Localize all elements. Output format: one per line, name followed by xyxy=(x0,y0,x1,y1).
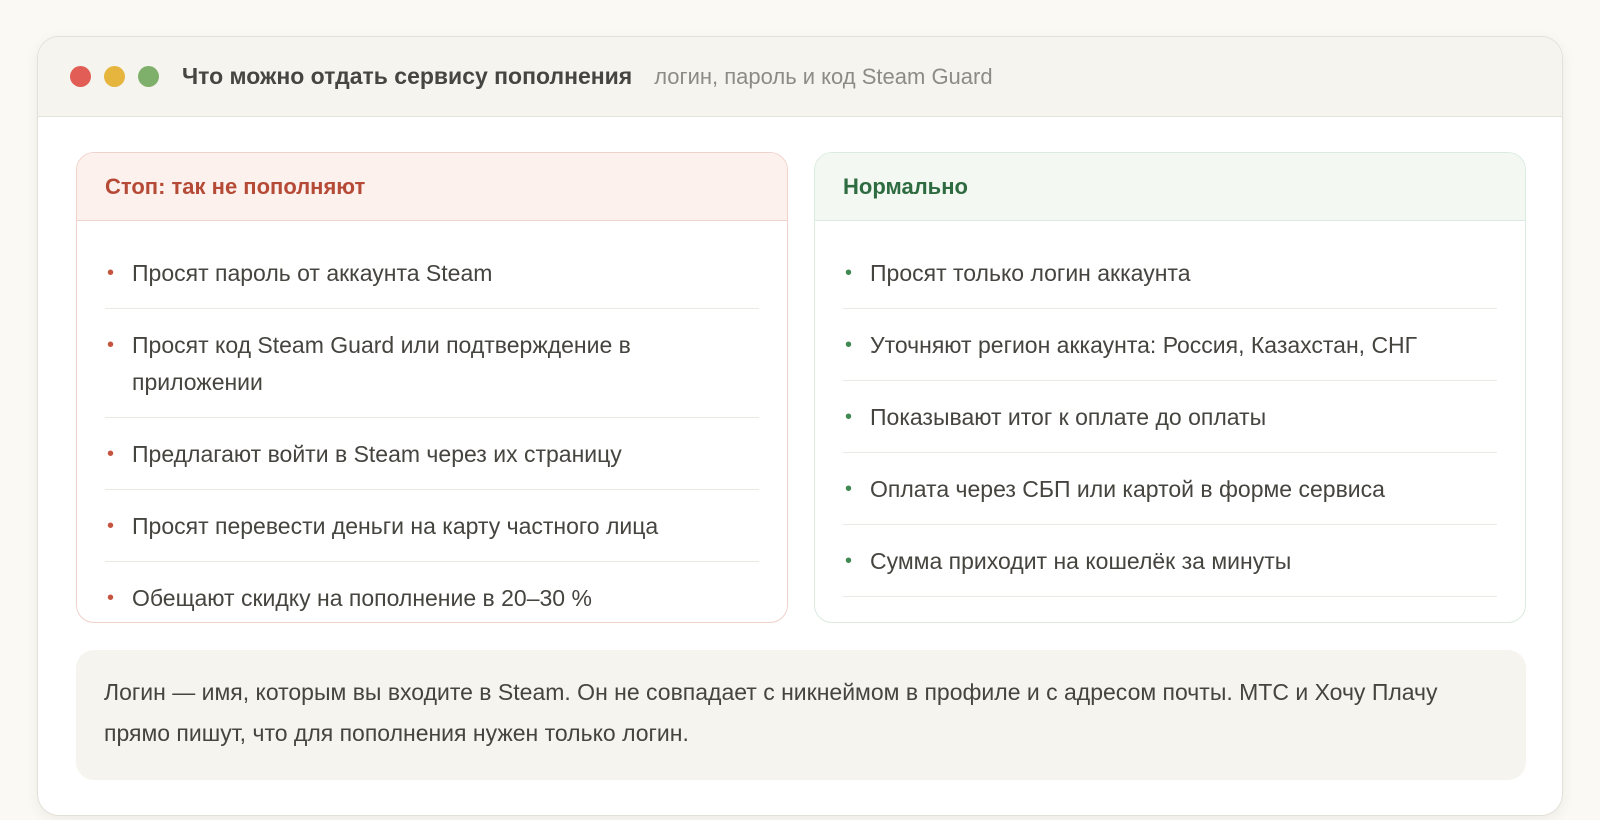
list-item: • Показывают итог к оплате до оплаты xyxy=(843,381,1497,453)
bullet-icon: • xyxy=(845,262,853,284)
list-item: • Просят пароль от аккаунта Steam xyxy=(105,237,759,309)
list-item: • Предлагают войти в Steam через их стран… xyxy=(105,418,759,490)
good-practices-list: • Просят только логин аккаунта • Уточняют … xyxy=(815,221,1525,597)
good-practices-card: Нормально • Просят только логин аккаунта … xyxy=(814,152,1526,623)
list-item-text: Предлагают войти в Steam через их страни… xyxy=(132,441,622,467)
list-item: • Оплата через СБП или картой в форме сер… xyxy=(843,453,1497,525)
list-item-text: Просят перевести деньги на карту частног… xyxy=(132,513,659,539)
list-item: • Обещают скидку на пополнение в 20–30 % xyxy=(105,562,759,622)
bullet-icon: • xyxy=(107,443,115,465)
list-item: • Уточняют регион аккаунта: Россия, Казах… xyxy=(843,309,1497,381)
list-item: • Просят только логин аккаунта xyxy=(843,237,1497,309)
minimize-window-button[interactable] xyxy=(104,66,125,87)
list-item: • Просят перевести деньги на карту частно… xyxy=(105,490,759,562)
close-window-button[interactable] xyxy=(70,66,91,87)
window-title: Что можно отдать сервису пополнения xyxy=(182,63,633,89)
bad-practices-list: • Просят пароль от аккаунта Steam • Просят… xyxy=(77,221,787,622)
bullet-icon: • xyxy=(845,334,853,356)
bullet-icon: • xyxy=(107,334,115,356)
maximize-window-button[interactable] xyxy=(138,66,159,87)
login-info-note: Логин — имя, которым вы входите в Steam.… xyxy=(76,650,1526,780)
bullet-icon: • xyxy=(845,478,853,500)
list-item-text: Показывают итог к оплате до оплаты xyxy=(870,404,1267,430)
bullet-icon: • xyxy=(845,406,853,428)
bad-card-heading: Стоп: так не пополняют xyxy=(77,153,787,221)
list-item: • Просят код Steam Guard или подтверждени… xyxy=(105,309,759,418)
title-bar: Что можно отдать сервису пополнения логи… xyxy=(38,37,1562,117)
bullet-icon: • xyxy=(107,262,115,284)
bullet-icon: • xyxy=(107,515,115,537)
list-item-text: Оплата через СБП или картой в форме серв… xyxy=(870,476,1385,502)
list-item-text: Просят код Steam Guard или подтверждение… xyxy=(132,332,631,395)
bullet-icon: • xyxy=(107,587,115,609)
list-item: • Сумма приходит на кошелёк за минуты xyxy=(843,525,1497,597)
list-item-text: Уточняют регион аккаунта: Россия, Казахс… xyxy=(870,332,1418,358)
list-item-text: Сумма приходит на кошелёк за минуты xyxy=(870,548,1292,574)
good-card-heading: Нормально xyxy=(815,153,1525,221)
bullet-icon: • xyxy=(845,550,853,572)
list-item-text: Обещают скидку на пополнение в 20–30 % xyxy=(132,585,592,611)
bad-practices-card: Стоп: так не пополняют • Просят пароль от… xyxy=(76,152,788,623)
list-item-text: Просят пароль от аккаунта Steam xyxy=(132,260,493,286)
window-subtitle: логин, пароль и код Steam Guard xyxy=(654,63,993,89)
comparison-cards: Стоп: так не пополняют • Просят пароль от… xyxy=(76,152,1526,623)
window: Что можно отдать сервису пополнения логи… xyxy=(37,36,1563,816)
list-item-text: Просят только логин аккаунта xyxy=(870,260,1191,286)
